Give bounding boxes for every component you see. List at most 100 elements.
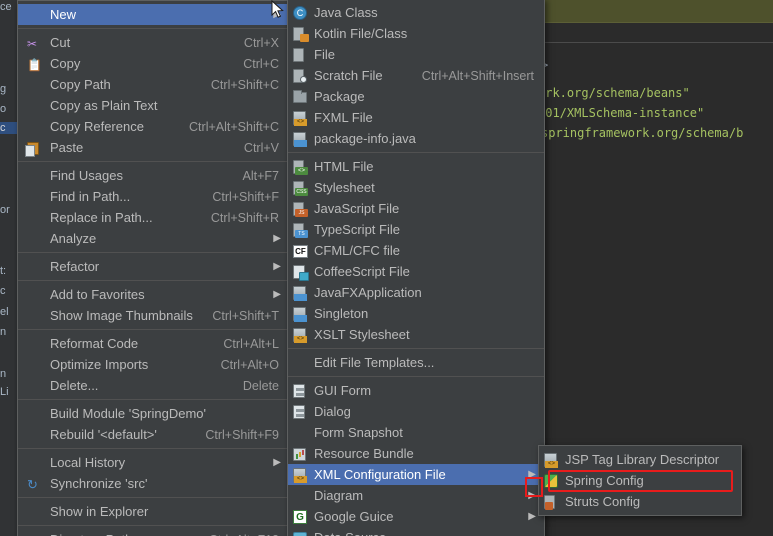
- menu-item-label: Refactor: [50, 259, 100, 274]
- screen-root: >ork.org/schema/beans"001/XMLSchema-inst…: [0, 0, 773, 536]
- menu-item-label: Cut: [50, 35, 71, 50]
- menu-item-label: Struts Config: [565, 494, 641, 509]
- menu-item-singleton[interactable]: Singleton: [288, 303, 544, 324]
- new-submenu[interactable]: C Java Class Kotlin File/Class File Scratch …: [287, 0, 545, 536]
- struts-config-icon: [543, 494, 561, 510]
- menu-item-rebuild-default[interactable]: Rebuild '<default>' Ctrl+Shift+F9: [18, 424, 289, 445]
- menu-item-stylesheet[interactable]: CSS Stylesheet: [288, 177, 544, 198]
- blank-icon: [26, 210, 46, 226]
- blank-icon: [26, 406, 46, 422]
- menu-item-directory-path[interactable]: Directory Path Ctrl+Alt+F12: [18, 529, 289, 536]
- menu-item-struts-config[interactable]: Struts Config: [539, 491, 741, 512]
- menu-item-label: FXML File: [314, 110, 373, 125]
- html-file-icon: <>: [292, 159, 310, 175]
- menu-item-copy-path[interactable]: Copy Path Ctrl+Shift+C: [18, 74, 289, 95]
- blank-icon: [26, 532, 46, 536]
- menu-item-resource-bundle[interactable]: Resource Bundle: [288, 443, 544, 464]
- menu-item-scratch-file[interactable]: Scratch File Ctrl+Alt+Shift+Insert: [288, 65, 544, 86]
- menu-item-label: Resource Bundle: [314, 446, 414, 461]
- scratch-file-icon: [292, 68, 310, 84]
- resource-bundle-icon: [292, 446, 310, 462]
- menu-item-find-in-path[interactable]: Find in Path... Ctrl+Shift+F: [18, 186, 289, 207]
- menu-item-javafxapplication[interactable]: JavaFXApplication: [288, 282, 544, 303]
- menu-item-label: CFML/CFC file: [314, 243, 400, 258]
- menu-item-new[interactable]: New▶: [18, 4, 289, 25]
- menu-item-label: Scratch File: [314, 68, 383, 83]
- menu-item-kotlin-file-class[interactable]: Kotlin File/Class: [288, 23, 544, 44]
- menu-item-spring-config[interactable]: Spring Config: [539, 470, 741, 491]
- menu-item-javascript-file[interactable]: JS JavaScript File: [288, 198, 544, 219]
- typescript-file-icon: TS: [292, 222, 310, 238]
- menu-item-html-file[interactable]: <> HTML File: [288, 156, 544, 177]
- menu-item-package[interactable]: Package: [288, 86, 544, 107]
- menu-item-refactor[interactable]: Refactor ▶: [18, 256, 289, 277]
- menu-item-shortcut: Delete: [242, 378, 279, 393]
- menu-item-optimize-imports[interactable]: Optimize Imports Ctrl+Alt+O: [18, 354, 289, 375]
- menu-item-jsp-tag-library-descriptor[interactable]: JSP Tag Library Descriptor: [539, 449, 741, 470]
- menu-item-java-class[interactable]: C Java Class: [288, 2, 544, 23]
- menu-item-build-module-springdemo[interactable]: Build Module 'SpringDemo': [18, 403, 289, 424]
- menu-item-label: New: [50, 7, 77, 22]
- menu-item-fxml-file[interactable]: FXML File: [288, 107, 544, 128]
- sync-icon: ↻: [27, 476, 38, 492]
- coffeescript-file-icon: [292, 264, 310, 281]
- blank-icon: [26, 168, 46, 184]
- menu-item-label: Build Module 'SpringDemo': [50, 406, 206, 421]
- google-guice-icon: G: [292, 509, 310, 525]
- menu-item-local-history[interactable]: Local History ▶: [18, 452, 289, 473]
- menu-item-show-image-thumbnails[interactable]: Show Image Thumbnails Ctrl+Shift+T: [18, 305, 289, 326]
- stylesheet-icon: CSS: [292, 180, 310, 196]
- menu-item-replace-in-path[interactable]: Replace in Path... Ctrl+Shift+R: [18, 207, 289, 228]
- paste-icon: [25, 140, 46, 157]
- menu-item-paste[interactable]: Paste Ctrl+V: [18, 137, 289, 158]
- blank-icon: [26, 287, 46, 303]
- menu-item-gui-form[interactable]: GUI Form: [288, 380, 544, 401]
- menu-separator: [18, 497, 289, 498]
- menu-item-cfml-cfc-file[interactable]: CF CFML/CFC file: [288, 240, 544, 261]
- menu-item-shortcut: Alt+F7: [242, 168, 279, 183]
- submenu-arrow-icon: ▶: [528, 468, 536, 480]
- file-icon: [292, 47, 310, 63]
- submenu-arrow-icon: ▶: [528, 489, 536, 501]
- menu-item-label: TypeScript File: [314, 222, 400, 237]
- editor-context-menu[interactable]: New▶✂CutCtrl+X📋CopyCtrl+CCopy PathCtrl+S…: [17, 0, 290, 536]
- blank-icon: [292, 425, 310, 441]
- menu-separator: [18, 448, 289, 449]
- menu-separator: [18, 280, 289, 281]
- menu-item-add-to-favorites[interactable]: Add to Favorites ▶: [18, 284, 289, 305]
- menu-item-label: Copy: [50, 56, 81, 71]
- menu-item-copy[interactable]: 📋 Copy Ctrl+C: [18, 53, 289, 74]
- menu-item-delete[interactable]: Delete... Delete: [18, 375, 289, 396]
- clipboard-icon: 📋: [27, 57, 42, 72]
- menu-item-coffeescript-file[interactable]: CoffeeScript File: [288, 261, 544, 282]
- menu-item-shortcut: Ctrl+C: [243, 56, 279, 71]
- menu-item-edit-file-templates[interactable]: Edit File Templates...: [288, 352, 544, 373]
- menu-item-diagram[interactable]: Diagram ▶: [288, 485, 544, 506]
- menu-item-dialog[interactable]: Dialog: [288, 401, 544, 422]
- menu-item-copy-reference[interactable]: Copy Reference Ctrl+Alt+Shift+C: [18, 116, 289, 137]
- menu-item-xslt-stylesheet[interactable]: XSLT Stylesheet: [288, 324, 544, 345]
- menu-item-label: Spring Config: [565, 473, 644, 488]
- menu-item-copy-as-plain-text[interactable]: Copy as Plain Text: [18, 95, 289, 116]
- menu-item-cut[interactable]: ✂ Cut Ctrl+X: [18, 32, 289, 53]
- menu-item-package-info-java[interactable]: package-info.java: [288, 128, 544, 149]
- menu-item-analyze[interactable]: Analyze ▶: [18, 228, 289, 249]
- menu-item-data-source[interactable]: Data Source: [288, 527, 544, 536]
- menu-item-label: Show in Explorer: [50, 504, 149, 519]
- menu-separator: [18, 28, 289, 29]
- menu-item-shortcut: Ctrl+Shift+F9: [205, 427, 279, 442]
- submenu-arrow-icon: ▶: [273, 260, 281, 272]
- menu-item-show-in-explorer[interactable]: Show in Explorer: [18, 501, 289, 522]
- menu-item-typescript-file[interactable]: TS TypeScript File: [288, 219, 544, 240]
- xml-configuration-file-submenu[interactable]: JSP Tag Library Descriptor Spring Config S…: [538, 445, 742, 516]
- blank-icon: [26, 357, 46, 373]
- menu-item-find-usages[interactable]: Find Usages Alt+F7: [18, 165, 289, 186]
- menu-item-google-guice[interactable]: G Google Guice ▶: [288, 506, 544, 527]
- menu-item-shortcut: Ctrl+V: [243, 140, 279, 155]
- menu-item-synchronize-src[interactable]: ↻ Synchronize 'src': [18, 473, 289, 494]
- menu-item-file[interactable]: File: [288, 44, 544, 65]
- menu-item-label: Local History: [50, 455, 126, 470]
- menu-item-xml-configuration-file[interactable]: XML Configuration File ▶: [288, 464, 544, 485]
- menu-item-form-snapshot[interactable]: Form Snapshot: [288, 422, 544, 443]
- menu-item-reformat-code[interactable]: Reformat Code Ctrl+Alt+L: [18, 333, 289, 354]
